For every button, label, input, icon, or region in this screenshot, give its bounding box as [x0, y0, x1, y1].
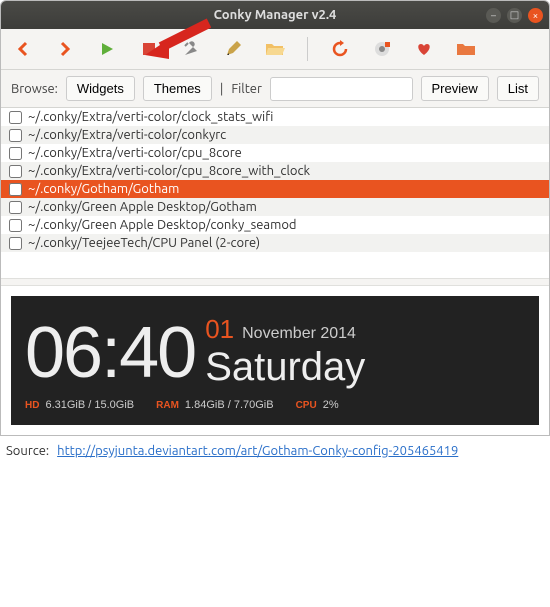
about-button[interactable]	[454, 37, 478, 61]
pencil-icon	[225, 41, 241, 57]
row-path: ~/.conky/Extra/verti-color/conkyrc	[28, 128, 226, 142]
toolbar	[1, 29, 549, 70]
hd-value: 6.31GiB / 15.0GiB	[45, 399, 134, 411]
row-checkbox[interactable]	[9, 183, 22, 196]
refresh-icon	[331, 40, 349, 58]
chevron-right-icon	[57, 41, 73, 57]
source-link[interactable]: http://psyjunta.deviantart.com/art/Gotha…	[57, 444, 458, 458]
separator-pipe: |	[220, 82, 224, 96]
row-checkbox[interactable]	[9, 147, 22, 160]
titlebar: Conky Manager v2.4 – □ ×	[1, 1, 549, 29]
month-year: November 2014	[242, 325, 356, 343]
list-row[interactable]: ~/.conky/TeejeeTech/CPU Panel (2-core)	[1, 234, 549, 252]
row-path: ~/.conky/Extra/verti-color/clock_stats_w…	[28, 110, 273, 124]
divider	[1, 278, 549, 286]
gear-icon	[373, 40, 391, 58]
ram-stat: RAM 1.84GiB / 7.70GiB	[156, 399, 273, 411]
row-path: ~/.conky/Green Apple Desktop/Gotham	[28, 200, 257, 214]
list-row[interactable]: ~/.conky/Green Apple Desktop/Gotham	[1, 198, 549, 216]
row-path: ~/.conky/Green Apple Desktop/conky_seamo…	[28, 218, 297, 232]
minimize-button[interactable]: –	[486, 8, 501, 23]
list-row[interactable]: ~/.conky/Extra/verti-color/conkyrc	[1, 126, 549, 144]
cpu-label: CPU	[296, 400, 317, 411]
folder-icon	[456, 41, 476, 57]
footer: Source: http://psyjunta.deviantart.com/a…	[0, 436, 550, 466]
row-path: ~/.conky/Extra/verti-color/cpu_8core_wit…	[28, 164, 310, 178]
preview-pane: 06:40 01 November 2014 Saturday HD 6.31Gi…	[1, 286, 549, 435]
settings-button[interactable]	[370, 37, 394, 61]
browse-label: Browse:	[11, 82, 58, 96]
row-checkbox[interactable]	[9, 165, 22, 178]
filter-bar: Browse: Widgets Themes | Filter Preview …	[1, 70, 549, 108]
row-checkbox[interactable]	[9, 111, 22, 124]
cpu-stat: CPU 2%	[296, 399, 339, 411]
ram-value: 1.84GiB / 7.70GiB	[185, 399, 274, 411]
maximize-button[interactable]: □	[507, 8, 522, 23]
widget-list[interactable]: ~/.conky/Extra/verti-color/clock_stats_w…	[1, 108, 549, 278]
list-row[interactable]: ~/.conky/Extra/verti-color/clock_stats_w…	[1, 108, 549, 126]
source-label: Source:	[6, 444, 49, 458]
day-name: Saturday	[205, 345, 365, 389]
play-button[interactable]	[95, 37, 119, 61]
day-number: 01	[205, 314, 234, 345]
row-checkbox[interactable]	[9, 201, 22, 214]
row-checkbox[interactable]	[9, 219, 22, 232]
annotation-arrow	[141, 17, 211, 65]
hd-stat: HD 6.31GiB / 15.0GiB	[25, 399, 134, 411]
preview-button[interactable]: Preview	[421, 76, 489, 101]
gotham-preview: 06:40 01 November 2014 Saturday HD 6.31Gi…	[11, 296, 539, 425]
close-button[interactable]: ×	[528, 8, 543, 23]
window-title: Conky Manager v2.4	[214, 8, 337, 22]
browse-button[interactable]	[263, 37, 287, 61]
folder-open-icon	[265, 41, 285, 57]
play-icon	[99, 41, 115, 57]
edit-button[interactable]	[221, 37, 245, 61]
hd-label: HD	[25, 400, 39, 411]
chevron-left-icon	[15, 41, 31, 57]
list-row[interactable]: ~/.conky/Gotham/Gotham	[1, 180, 549, 198]
list-row[interactable]: ~/.conky/Extra/verti-color/cpu_8core_wit…	[1, 162, 549, 180]
clock-time: 06:40	[25, 317, 195, 389]
ram-label: RAM	[156, 400, 179, 411]
row-path: ~/.conky/TeejeeTech/CPU Panel (2-core)	[28, 236, 260, 250]
separator	[307, 37, 308, 61]
refresh-button[interactable]	[328, 37, 352, 61]
prev-button[interactable]	[11, 37, 35, 61]
list-row[interactable]: ~/.conky/Extra/verti-color/cpu_8core	[1, 144, 549, 162]
heart-icon	[415, 40, 433, 58]
filter-input[interactable]	[270, 77, 413, 101]
themes-button[interactable]: Themes	[143, 76, 212, 101]
list-button[interactable]: List	[497, 76, 539, 101]
row-checkbox[interactable]	[9, 237, 22, 250]
next-button[interactable]	[53, 37, 77, 61]
donate-button[interactable]	[412, 37, 436, 61]
list-row[interactable]: ~/.conky/Green Apple Desktop/conky_seamo…	[1, 216, 549, 234]
row-path: ~/.conky/Gotham/Gotham	[28, 182, 179, 196]
cpu-value: 2%	[323, 399, 339, 411]
widgets-button[interactable]: Widgets	[66, 76, 135, 101]
filter-label: Filter	[231, 82, 262, 96]
row-checkbox[interactable]	[9, 129, 22, 142]
row-path: ~/.conky/Extra/verti-color/cpu_8core	[28, 146, 242, 160]
